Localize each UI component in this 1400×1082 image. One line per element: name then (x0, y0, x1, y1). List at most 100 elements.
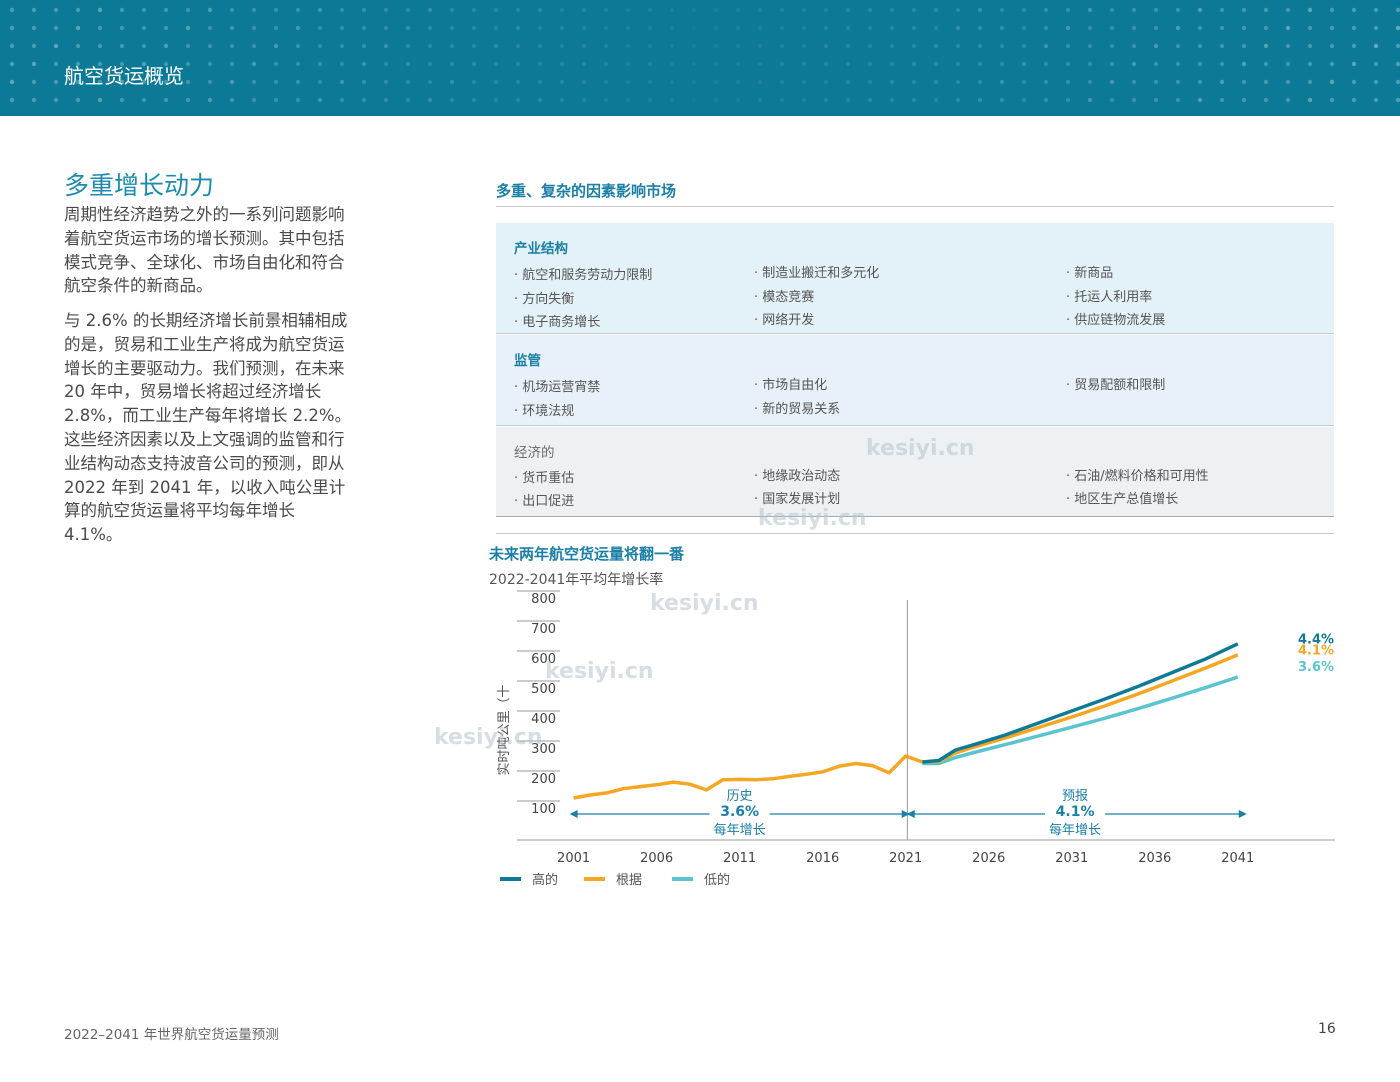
banner-dot (295, 25, 301, 31)
banner-dot (559, 43, 565, 49)
factor-item: · 石油/燃料价格和可用性 (1066, 469, 1209, 484)
banner-dot (911, 97, 917, 103)
banner-dot (53, 43, 59, 49)
banner-dot (845, 43, 851, 49)
banner-dot (1329, 79, 1335, 85)
banner-dot (999, 43, 1005, 49)
banner-dot (383, 25, 389, 31)
banner-dot (471, 43, 477, 49)
banner-dot (889, 79, 895, 85)
banner-dot (889, 43, 895, 49)
banner-dot (823, 61, 829, 67)
factor-item: · 方向失衡 (514, 292, 575, 307)
series-end-label: 3.6% (1298, 660, 1334, 675)
banner-dot (1065, 25, 1071, 31)
banner-dot (1263, 43, 1269, 49)
banner-dot (1373, 97, 1379, 103)
banner-dot (1263, 7, 1269, 13)
annotation-unit: 每年增长 (1049, 822, 1101, 838)
banner-dot (317, 43, 323, 49)
x-tick-label: 2006 (640, 851, 673, 866)
x-tick-label: 2031 (1055, 851, 1088, 866)
banner-dot (779, 25, 785, 31)
arrow-head-right (1238, 810, 1247, 818)
banner-dot (933, 25, 939, 31)
banner-dot (735, 79, 741, 85)
banner-dot (669, 79, 675, 85)
banner-dot (1241, 79, 1247, 85)
banner-dot (1065, 61, 1071, 67)
banner-dot (493, 43, 499, 49)
banner-dot (339, 79, 345, 85)
x-tick-label: 2011 (723, 851, 756, 866)
banner-dot (867, 61, 873, 67)
factors-title: 多重、复杂的因素影响市场 (496, 182, 677, 200)
banner-dot (251, 25, 257, 31)
banner-dot (977, 25, 983, 31)
banner-dot (647, 79, 653, 85)
banner-dot (317, 97, 323, 103)
banner-dot (1087, 7, 1093, 13)
banner-dot (229, 7, 235, 13)
banner-dot (845, 25, 851, 31)
banner-dot (823, 25, 829, 31)
factor-item: · 航空和服务劳动力限制 (514, 268, 653, 283)
banner-dot (163, 43, 169, 49)
banner-dot (537, 7, 543, 13)
banner-dot (603, 7, 609, 13)
banner-dot (229, 61, 235, 67)
banner-dot (493, 25, 499, 31)
banner-dot (691, 7, 697, 13)
banner-dot (1329, 7, 1335, 13)
banner-dot (383, 61, 389, 67)
banner-dot (119, 25, 125, 31)
banner-dot (361, 43, 367, 49)
banner-dot (713, 25, 719, 31)
banner-dot (1219, 79, 1225, 85)
banner-dot (119, 97, 125, 103)
banner-dot (317, 7, 323, 13)
banner-dot (405, 25, 411, 31)
banner-dot (669, 7, 675, 13)
banner-dot (31, 61, 37, 67)
banner-dot (1329, 43, 1335, 49)
banner-dot (537, 97, 543, 103)
banner-dot (1285, 97, 1291, 103)
banner-dot (1351, 61, 1357, 67)
banner-dot (9, 43, 15, 49)
banner-dot (295, 79, 301, 85)
banner-dot (471, 7, 477, 13)
banner-dot (1043, 25, 1049, 31)
banner-dot (537, 79, 543, 85)
banner-dot (1307, 43, 1313, 49)
banner-dot (691, 43, 697, 49)
intro-paragraph: 周期性经济趋势之外的一系列问题影响着航空货运市场的增长预测。其中包括模式竞争、全… (64, 205, 345, 296)
banner-dot (1395, 97, 1400, 103)
banner-dot (823, 7, 829, 13)
banner-dot (911, 61, 917, 67)
banner-dot (1263, 25, 1269, 31)
banner-dot (361, 79, 367, 85)
banner-dot (1285, 61, 1291, 67)
banner-dot (31, 97, 37, 103)
banner-dot (1109, 61, 1115, 67)
banner-dot (1263, 79, 1269, 85)
banner-dot (1241, 61, 1247, 67)
y-tick-label: 700 (531, 622, 556, 637)
banner-dot (1021, 61, 1027, 67)
banner-dot (471, 25, 477, 31)
legend-label: 高的 (532, 872, 558, 888)
banner-dot (1087, 79, 1093, 85)
factor-item: · 新的贸易关系 (754, 402, 841, 417)
banner-dot (625, 25, 631, 31)
banner-dot (735, 7, 741, 13)
banner-dot (1175, 79, 1181, 85)
banner-dot (1373, 61, 1379, 67)
banner-dot (1197, 43, 1203, 49)
banner-dot (581, 97, 587, 103)
banner-dot (185, 61, 191, 67)
banner-dot (449, 61, 455, 67)
header-banner: 航空货运概览 (0, 0, 1400, 116)
banner-dot (999, 7, 1005, 13)
regulation-title: 监管 (514, 353, 541, 369)
